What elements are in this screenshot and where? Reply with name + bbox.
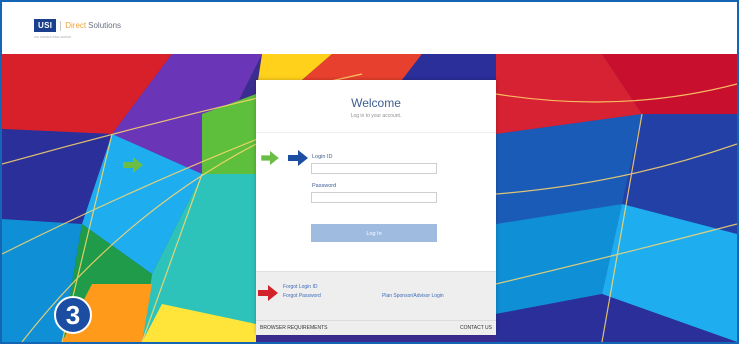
plan-sponsor-advisor-login-link[interactable]: Plan Sponsor/Advisor Login xyxy=(382,293,444,299)
login-card-footer: Forgot Login ID Forgot Password Plan Spo… xyxy=(256,271,496,321)
login-card-header: Welcome Log in to your account. xyxy=(256,80,496,133)
login-card-bottom-bar: BROWSER REQUIREMENTS CONTACT US xyxy=(256,320,496,335)
login-card: Welcome Log in to your account. Login ID… xyxy=(256,80,496,335)
browser-requirements-link[interactable]: BROWSER REQUIREMENTS xyxy=(260,325,328,331)
green-arrow-icon xyxy=(261,151,279,165)
forgot-password-link[interactable]: Forgot Password xyxy=(283,293,321,299)
login-id-input[interactable] xyxy=(311,163,437,174)
step-number-badge: 3 xyxy=(54,296,92,334)
logo-product-solutions: Solutions xyxy=(88,21,122,30)
login-button[interactable]: Log In xyxy=(311,224,437,242)
logo-divider xyxy=(60,20,62,31)
red-arrow-icon xyxy=(258,285,278,301)
blue-arrow-icon xyxy=(288,150,308,166)
logo-tagline: USI CONSULTING GROUP xyxy=(34,35,72,39)
contact-us-link[interactable]: CONTACT US xyxy=(460,325,492,331)
password-input[interactable] xyxy=(311,192,437,203)
top-header-bar: USI Direct Solutions USI CONSULTING GROU… xyxy=(2,2,737,55)
green-arrow-icon xyxy=(123,157,143,173)
welcome-subtitle: Log in to your account. xyxy=(350,113,402,119)
password-label: Password xyxy=(312,183,337,189)
login-id-label: Login ID xyxy=(312,154,333,160)
screenshot-frame: USI Direct Solutions USI CONSULTING GROU… xyxy=(0,0,739,344)
logo-product-direct: Direct xyxy=(65,21,87,30)
logo-brand: USI xyxy=(34,19,57,32)
welcome-title: Welcome xyxy=(351,96,401,110)
forgot-login-id-link[interactable]: Forgot Login ID xyxy=(283,284,317,290)
usi-logo[interactable]: USI Direct Solutions xyxy=(34,19,121,32)
